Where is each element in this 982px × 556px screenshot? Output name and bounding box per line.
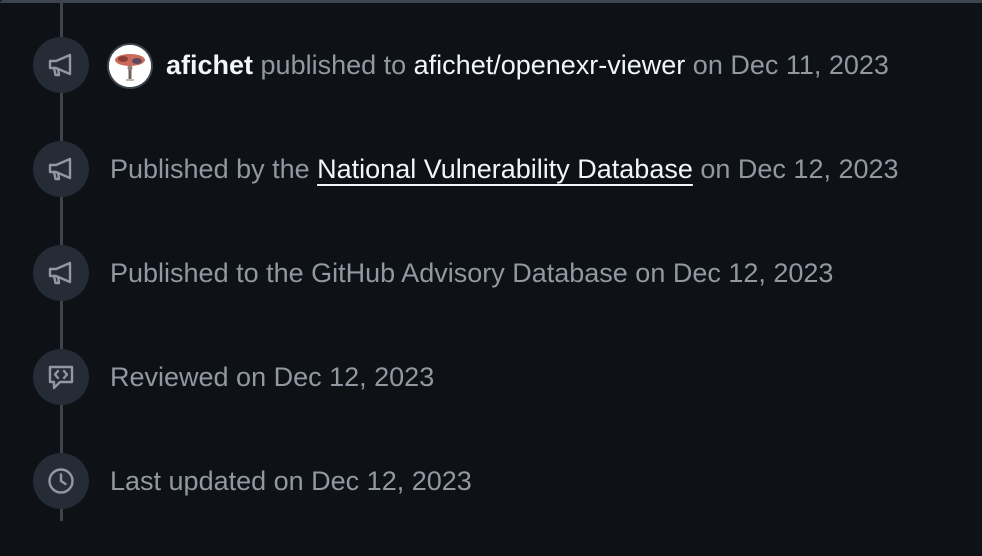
timeline-item-text: Published to the GitHub Advisory Databas… [110, 258, 834, 288]
timeline-item-reviewed: Reviewed on Dec 12, 2023 [0, 349, 982, 405]
megaphone-icon [45, 49, 77, 81]
timeline-badge [33, 141, 89, 197]
code-review-icon [45, 361, 77, 393]
prefix-text: Published by the [110, 154, 318, 184]
timeline-item-text: Published by the National Vulnerability … [110, 141, 899, 197]
timeline-badge [33, 245, 89, 301]
repo-link[interactable]: afichet/openexr-viewer [414, 50, 686, 80]
timeline-item-published-nvd: Published by the National Vulnerability … [0, 141, 982, 197]
date-text: on Dec 12, 2023 [692, 154, 899, 184]
timeline-badge [33, 37, 89, 93]
date-text: on Dec 11, 2023 [685, 50, 889, 80]
timeline-badge [33, 453, 89, 509]
clock-icon [45, 465, 77, 497]
timeline-badge [33, 349, 89, 405]
action-text: published to [253, 50, 414, 80]
timeline-item-text: afichet published to afichet/openexr-vie… [166, 37, 889, 93]
panel-top-border [0, 0, 982, 3]
megaphone-icon [45, 153, 77, 185]
timeline-item-text: Last updated on Dec 12, 2023 [110, 466, 472, 496]
avatar[interactable] [109, 45, 151, 87]
timeline-item-published-advisory: Published to the GitHub Advisory Databas… [0, 245, 982, 301]
nvd-link[interactable]: National Vulnerability Database [317, 154, 693, 184]
timeline-item-text: Reviewed on Dec 12, 2023 [110, 362, 435, 392]
timeline-item-last-updated: Last updated on Dec 12, 2023 [0, 453, 982, 509]
actor-link[interactable]: afichet [166, 50, 253, 80]
megaphone-icon [45, 257, 77, 289]
